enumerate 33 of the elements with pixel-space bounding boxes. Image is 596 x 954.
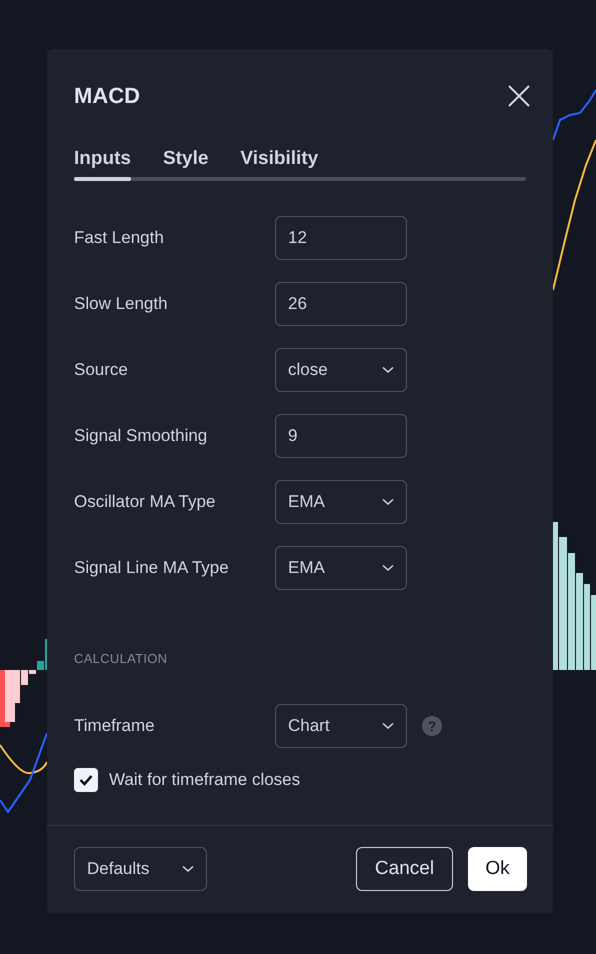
caret-icon	[382, 498, 394, 506]
macd-line	[553, 89, 596, 140]
dialog-title: MACD	[74, 83, 140, 109]
tab[interactable]: Style	[163, 148, 240, 181]
field-label: Source	[74, 360, 129, 380]
caret-icon	[382, 564, 394, 572]
number-field[interactable]: 9	[275, 414, 407, 458]
field-label: Timeframe	[74, 716, 156, 736]
tab[interactable]: Inputs	[74, 148, 163, 181]
number-field[interactable]: 12	[275, 216, 407, 260]
select-dropdown[interactable]: EMA	[275, 546, 407, 590]
cancel-button[interactable]: Cancel	[356, 847, 453, 891]
field-label: Oscillator MA Type	[74, 492, 216, 512]
select-dropdown[interactable]: Chart	[275, 704, 407, 748]
checkbox[interactable]	[74, 768, 98, 792]
checkbox-label: Wait for timeframe closes	[109, 770, 300, 790]
defaults-dropdown[interactable]: Defaults	[74, 847, 207, 891]
caret-icon	[182, 865, 194, 873]
signal-line	[0, 744, 47, 774]
select-dropdown[interactable]: close	[275, 348, 407, 392]
ok-button[interactable]: Ok	[468, 847, 527, 891]
close-icon[interactable]	[507, 84, 531, 108]
tab[interactable]: Visibility	[240, 148, 350, 181]
section-heading: CALCULATION	[74, 651, 168, 666]
field-label: Fast Length	[74, 228, 165, 248]
field-label: Signal Line MA Type	[74, 558, 230, 578]
field-label: Slow Length	[74, 294, 169, 314]
number-field[interactable]: 26	[275, 282, 407, 326]
caret-icon	[382, 366, 394, 374]
field-label: Signal Smoothing	[74, 426, 208, 446]
check-icon	[79, 774, 93, 786]
caret-icon	[382, 722, 394, 730]
select-dropdown[interactable]: EMA	[275, 480, 407, 524]
